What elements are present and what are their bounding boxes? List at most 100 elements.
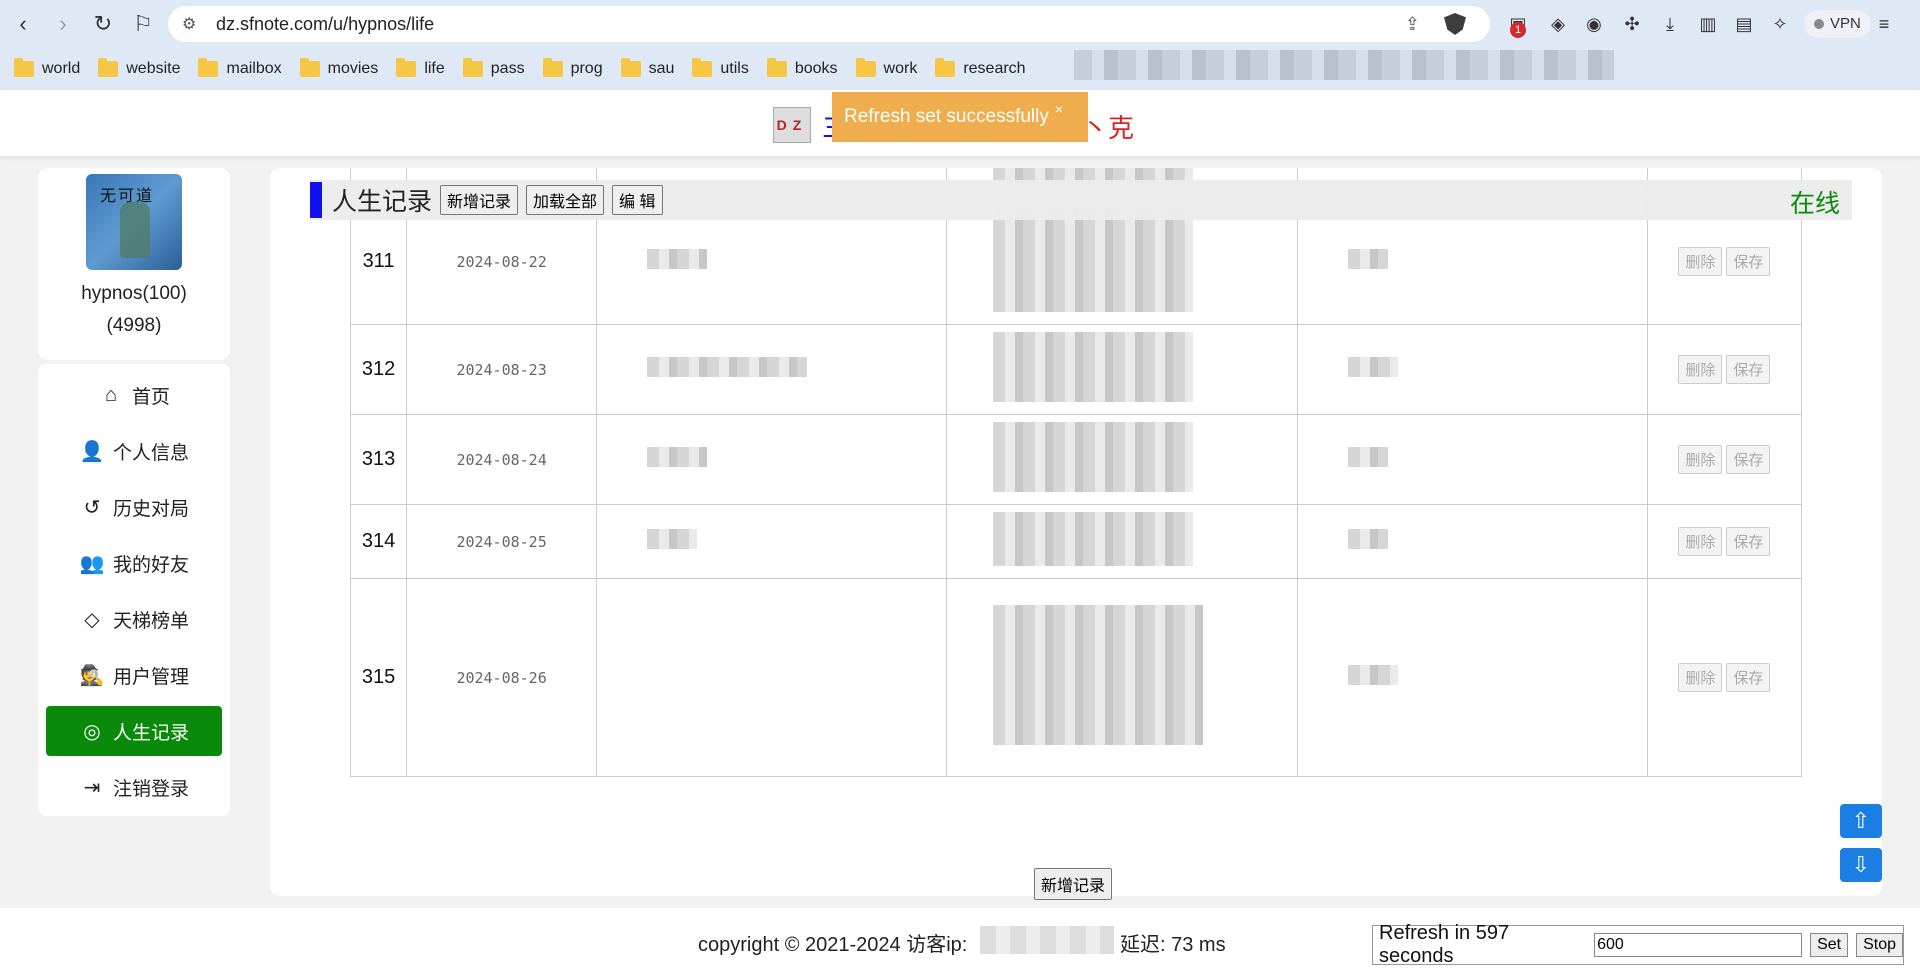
record-date: 2024-08-24: [406, 414, 598, 505]
blurred-content: [1347, 447, 1388, 467]
address-bar[interactable]: ⚙ dz.sfnote.com/u/hypnos/life ⇪: [168, 6, 1490, 42]
record-date: 2024-08-23: [406, 324, 598, 415]
sidebar-nav: ⌂ 首页 👤 个人信息 ↺ 历史对局 👥 我的好友 ◇ 天梯榜单 🕵 用户管理 ◎ 人生记录 ⇥ 注销登录: [38, 364, 230, 816]
table-row: 313 2024-08-24 删除 保存: [349, 414, 1803, 505]
bookmark-utils[interactable]: utils: [692, 58, 749, 78]
sidebar-item-5[interactable]: 🕵 用户管理: [46, 650, 222, 700]
bookmark-pass[interactable]: pass: [462, 58, 525, 78]
scroll-bottom-icon[interactable]: ⇩: [1840, 848, 1882, 882]
load-all-button[interactable]: 加载全部: [526, 185, 605, 215]
delete-button[interactable]: 删除: [1678, 527, 1723, 556]
edit-button[interactable]: 编 辑: [612, 185, 663, 215]
site-logo[interactable]: DZ: [773, 107, 811, 143]
diamond-icon: ◇: [84, 608, 100, 631]
extension-icon[interactable]: ◈: [1546, 12, 1570, 36]
bookmark-label: movies: [327, 60, 379, 77]
sidebar-item-7[interactable]: ⇥ 注销登录: [46, 762, 222, 812]
bookmark-label: sau: [648, 60, 675, 77]
menu-icon[interactable]: ≡: [1872, 12, 1896, 36]
bookmark-research[interactable]: research: [935, 58, 1026, 78]
record-number: 313: [349, 414, 408, 505]
visitor-ip-blurred: [980, 926, 1114, 954]
bookmark-movies[interactable]: movies: [299, 58, 379, 78]
bookmark-sau[interactable]: sau: [620, 58, 675, 78]
bookmark-life[interactable]: life: [396, 58, 445, 78]
delete-button[interactable]: 删除: [1678, 663, 1723, 692]
folder-icon: [542, 58, 563, 77]
share-icon[interactable]: ⇪: [1405, 14, 1420, 35]
wallet-icon[interactable]: ▤: [1732, 12, 1756, 36]
back-icon[interactable]: ‹: [6, 7, 40, 41]
forward-icon[interactable]: ›: [46, 7, 80, 41]
record-content-blurred: [946, 578, 1298, 777]
scroll-top-icon[interactable]: ⇧: [1840, 804, 1882, 838]
delete-button[interactable]: 删除: [1678, 445, 1723, 474]
sidebar-item-1[interactable]: 👤 个人信息: [46, 426, 222, 476]
record-number: 315: [349, 578, 408, 777]
add-record-button[interactable]: 新增记录: [440, 185, 519, 215]
vpn-button[interactable]: VPN: [1804, 10, 1871, 38]
record-actions: 删除保存: [1646, 414, 1803, 505]
sidebar-item-label: 注销登录: [112, 778, 189, 800]
avatar[interactable]: 无可道: [86, 174, 182, 270]
avatar-figure: [120, 202, 150, 258]
record-content-blurred: [1296, 504, 1648, 579]
save-button[interactable]: 保存: [1726, 663, 1771, 692]
brave-shield-icon[interactable]: [1444, 13, 1466, 35]
sidebar-item-label: 个人信息: [112, 442, 189, 464]
save-button[interactable]: 保存: [1726, 355, 1771, 384]
bookmark-label: utils: [720, 60, 749, 77]
site-settings-icon[interactable]: ⚙: [182, 14, 202, 34]
blurred-content: [1347, 665, 1398, 685]
record-number: 312: [349, 324, 408, 415]
toast-notification: Refresh set successfully ×: [832, 92, 1088, 142]
bookmark-work[interactable]: work: [855, 58, 917, 78]
add-record-bottom-button[interactable]: 新增记录: [1034, 868, 1113, 900]
blurred-content: [1347, 357, 1398, 377]
url-text[interactable]: dz.sfnote.com/u/hypnos/life: [216, 14, 434, 35]
refresh-set-button[interactable]: Set: [1810, 933, 1849, 957]
blurred-content: [993, 206, 1194, 312]
table-row: 315 2024-08-26 删除 保存: [349, 578, 1803, 777]
folder-icon: [855, 58, 876, 77]
panel-title-bar: 人生记录 新增记录 加载全部 编 辑 在线: [310, 180, 1852, 220]
sidebar-item-3[interactable]: 👥 我的好友: [46, 538, 222, 588]
delete-button[interactable]: 删除: [1678, 355, 1723, 384]
puzzle-icon[interactable]: ✣: [1620, 12, 1644, 36]
folder-icon: [98, 58, 119, 77]
record-content-blurred: [946, 504, 1298, 579]
folder-icon: [462, 58, 483, 77]
bookmark-books[interactable]: books: [766, 58, 838, 78]
extension-icon[interactable]: ◉: [1582, 12, 1606, 36]
notification-badge: 1: [1510, 22, 1527, 38]
save-button[interactable]: 保存: [1726, 445, 1771, 474]
sidebar-icon[interactable]: ▥: [1696, 12, 1720, 36]
save-button[interactable]: 保存: [1726, 247, 1771, 276]
sidebar-item-2[interactable]: ↺ 历史对局: [46, 482, 222, 532]
bookmark-world[interactable]: world: [14, 58, 81, 78]
refresh-control: Refresh in 597 seconds Set Stop: [1372, 922, 1904, 967]
record-actions: 删除保存: [1646, 578, 1803, 777]
download-icon[interactable]: ⤓: [1658, 12, 1682, 36]
sidebar-item-0[interactable]: ⌂ 首页: [46, 370, 222, 420]
bookmark-label: world: [42, 60, 81, 77]
bookmark-website[interactable]: website: [98, 58, 180, 78]
sidebar-item-6[interactable]: ◎ 人生记录: [46, 706, 222, 756]
bookmark-mailbox[interactable]: mailbox: [198, 58, 282, 78]
save-button[interactable]: 保存: [1726, 527, 1771, 556]
header-title-char: 克: [1108, 113, 1135, 143]
delete-button[interactable]: 删除: [1678, 247, 1723, 276]
bookmark-prog[interactable]: prog: [542, 58, 603, 78]
sidebar-item-4[interactable]: ◇ 天梯榜单: [46, 594, 222, 644]
toast-close-icon[interactable]: ×: [1055, 101, 1063, 117]
bookmark-icon[interactable]: ⚐: [126, 7, 160, 41]
reload-icon[interactable]: ↻: [86, 7, 120, 41]
folder-icon: [766, 58, 787, 77]
refresh-stop-button[interactable]: Stop: [1856, 933, 1903, 957]
blurred-content: [647, 249, 708, 269]
panel-title: 人生记录: [332, 188, 433, 216]
ai-sparkle-icon[interactable]: ✧: [1768, 12, 1792, 36]
life-records-panel: 3102024-08-21删除保存3112024-08-22删除保存312202…: [270, 168, 1882, 896]
history-icon: ↺: [83, 496, 101, 519]
refresh-interval-input[interactable]: [1594, 933, 1803, 957]
